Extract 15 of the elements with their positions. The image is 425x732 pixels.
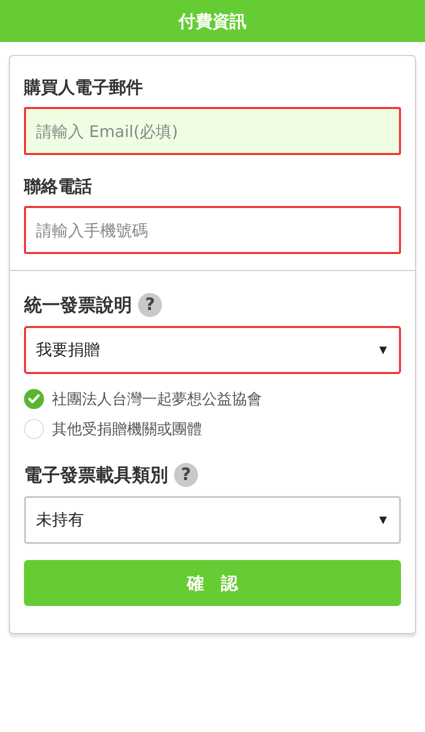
help-icon[interactable]: ? — [174, 463, 198, 487]
radio-icon[interactable] — [24, 419, 44, 439]
help-icon[interactable]: ? — [138, 293, 162, 317]
option-label[interactable]: 社團法人台灣一起夢想公益協會 — [52, 390, 262, 408]
field-label: 購買人電子郵件 — [24, 77, 143, 99]
page-title: 付費資訊 — [178, 10, 246, 32]
section-heading: 電子發票載具類別 — [24, 464, 168, 487]
carrier-select[interactable]: 未持有 ▼ — [24, 496, 401, 544]
email-field[interactable]: 請輸入 Email(必填) — [24, 107, 401, 155]
field-label: 聯絡電話 — [24, 176, 92, 198]
checked-radio-icon[interactable] — [24, 389, 44, 409]
phone-field[interactable]: 請輸入手機號碼 — [24, 206, 401, 254]
option-label[interactable]: 其他受捐贈機關或團體 — [52, 420, 202, 438]
section-heading: 統一發票說明 — [24, 294, 132, 317]
invoice-select[interactable]: 我要捐贈 ▼ — [24, 326, 401, 374]
